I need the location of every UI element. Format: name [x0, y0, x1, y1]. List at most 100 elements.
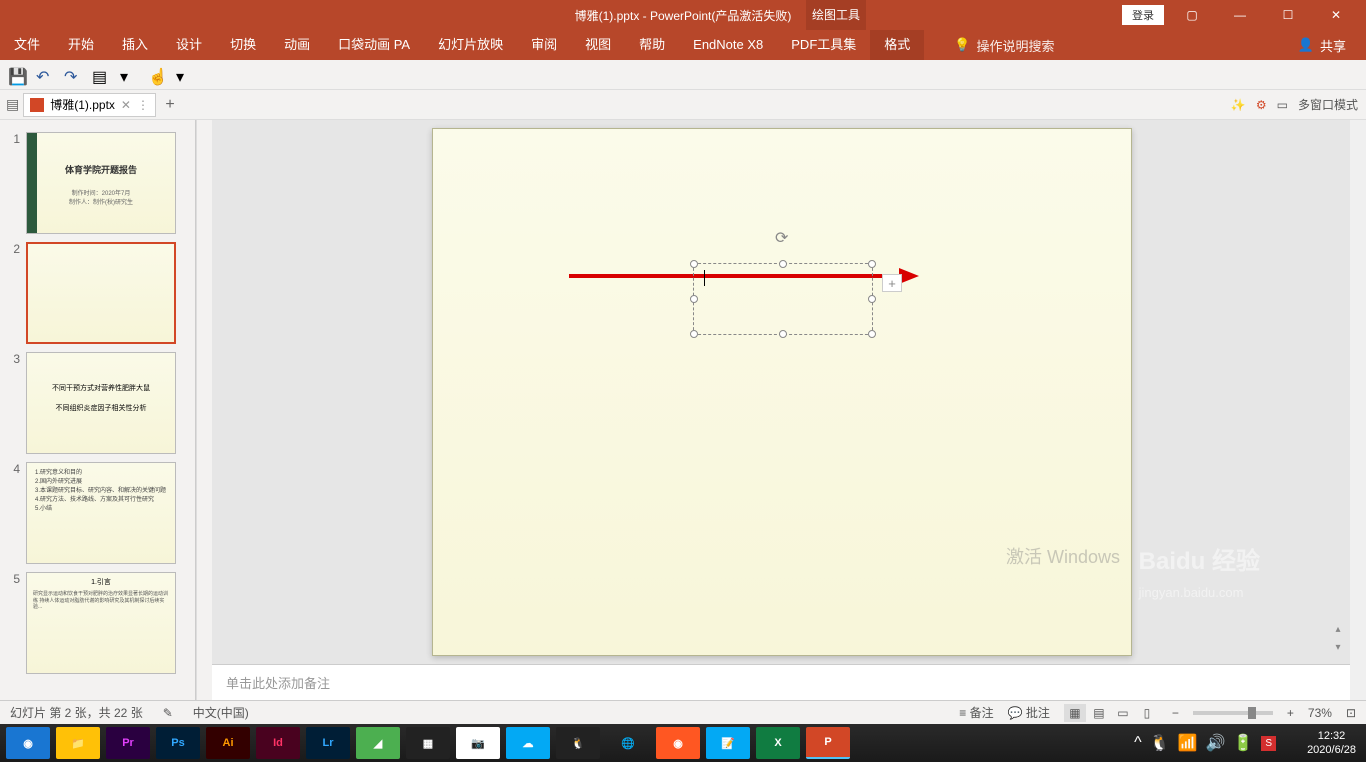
tab-menu-icon[interactable]: ⋮	[137, 98, 149, 112]
close-button[interactable]: ✕	[1316, 0, 1356, 30]
tray-volume-icon[interactable]: 🔊	[1205, 733, 1225, 753]
thumbnails-scrollbar[interactable]	[196, 120, 212, 700]
taskbar-app-camera[interactable]: 📷	[456, 727, 500, 759]
settings-icon[interactable]: ⚙	[1256, 98, 1267, 112]
start-from-beginning-icon[interactable]: ▤	[92, 67, 108, 83]
taskbar-app-powerpoint[interactable]: P	[806, 727, 850, 759]
tray-network-icon[interactable]: 📶	[1178, 733, 1198, 753]
tab-help[interactable]: 帮助	[625, 30, 679, 60]
normal-view-button[interactable]: ▦	[1064, 704, 1086, 722]
resize-handle[interactable]	[868, 260, 876, 268]
taskbar-app-illustrator[interactable]: Ai	[206, 727, 250, 759]
taskbar-app-photoshop[interactable]: Ps	[156, 727, 200, 759]
notes-toggle[interactable]: ≡ 备注	[959, 704, 993, 721]
taskbar-app-chrome[interactable]: 🌐	[606, 727, 650, 759]
maximize-button[interactable]: ☐	[1268, 0, 1308, 30]
zoom-slider[interactable]	[1193, 711, 1273, 715]
system-tray[interactable]: ^ 🐧 📶 🔊 🔋 S	[1134, 733, 1276, 753]
taskbar-app-video[interactable]: ▦	[406, 727, 450, 759]
outline-icon[interactable]: ▤	[6, 96, 19, 113]
notes-pane[interactable]: 单击此处添加备注	[212, 664, 1350, 700]
taskbar-app-notes[interactable]: 📝	[706, 727, 750, 759]
resize-handle[interactable]	[868, 295, 876, 303]
spell-check-icon[interactable]: ✎	[163, 706, 173, 720]
document-tab[interactable]: 博雅(1).pptx ✕ ⋮	[23, 93, 156, 117]
tab-insert[interactable]: 插入	[108, 30, 162, 60]
current-slide[interactable]: ⟳ +	[432, 128, 1132, 656]
resize-handle[interactable]	[779, 330, 787, 338]
taskbar-app-excel[interactable]: X	[756, 727, 800, 759]
editor-scrollbar[interactable]	[1350, 120, 1366, 700]
taskbar-app-orange[interactable]: ◉	[656, 727, 700, 759]
tray-up-icon[interactable]: ^	[1134, 734, 1142, 752]
undo-icon[interactable]: ↶	[36, 67, 52, 83]
tell-me-search[interactable]: 💡 操作说明搜索	[954, 36, 1054, 55]
tray-ime-icon[interactable]: S	[1261, 736, 1276, 751]
taskbar-clock[interactable]: 12:32 2020/6/28	[1307, 729, 1356, 758]
tab-view[interactable]: 视图	[571, 30, 625, 60]
save-icon[interactable]: 💾	[8, 67, 24, 83]
text-box[interactable]: ⟳ +	[693, 263, 873, 335]
language-status[interactable]: 中文(中国)	[193, 704, 249, 721]
multi-window-icon[interactable]: ▭	[1277, 98, 1288, 112]
tab-animations[interactable]: 动画	[270, 30, 324, 60]
next-slide-button[interactable]: ▾	[1330, 640, 1346, 654]
tab-pocket-anim[interactable]: 口袋动画 PA	[324, 30, 424, 60]
touch-mode-icon[interactable]: ☝	[148, 67, 164, 83]
slide-thumbnail-3[interactable]: 不同干预方式对营养性肥胖大鼠 不同组织炎症因子相关性分析	[26, 352, 176, 454]
tab-endnote[interactable]: EndNote X8	[679, 30, 777, 60]
zoom-in-button[interactable]: +	[1287, 706, 1294, 720]
fit-to-window-button[interactable]: ⊡	[1346, 706, 1356, 720]
tray-qq-icon[interactable]: 🐧	[1150, 733, 1170, 753]
tray-battery-icon[interactable]: 🔋	[1233, 733, 1253, 753]
taskbar-app-cloud[interactable]: ☁	[506, 727, 550, 759]
resize-handle[interactable]	[690, 260, 698, 268]
zoom-level[interactable]: 73%	[1308, 706, 1332, 720]
redo-icon[interactable]: ↷	[64, 67, 80, 83]
slide-thumbnail-4[interactable]: 1.研究意义和目的 2.国内外研究进展 3.本课题研究目标、研究内容、和解决的关…	[26, 462, 176, 564]
slide-thumbnail-5[interactable]: 1.引言 研究显示运动和饮食干预对肥胖的治疗效果显著长期的运动训练 持续人体运动…	[26, 572, 176, 674]
rotate-handle-icon[interactable]: ⟳	[775, 228, 788, 248]
resize-handle[interactable]	[690, 330, 698, 338]
taskbar-app-explorer[interactable]: 📁	[56, 727, 100, 759]
tab-pdf[interactable]: PDF工具集	[777, 30, 870, 60]
slide-canvas[interactable]: ⟳ + ▴ ▾ 激活 Windows Baidu	[212, 120, 1350, 664]
multi-window-label[interactable]: 多窗口模式	[1298, 96, 1358, 113]
prev-slide-button[interactable]: ▴	[1330, 622, 1346, 636]
tab-file[interactable]: 文件	[0, 30, 54, 60]
taskbar-app-qq[interactable]: 🐧	[556, 727, 600, 759]
login-button[interactable]: 登录	[1122, 5, 1164, 25]
minimize-button[interactable]: —	[1220, 0, 1260, 30]
taskbar-app-green[interactable]: ◢	[356, 727, 400, 759]
tab-design[interactable]: 设计	[162, 30, 216, 60]
slide-thumbnails[interactable]: 1 体育学院开题报告 制作时间：2020年7月 制作人：制作(秋)研究生 2 3…	[0, 120, 196, 700]
qat-customize-icon[interactable]: ▾	[176, 67, 192, 83]
resize-handle[interactable]	[779, 260, 787, 268]
tab-slideshow[interactable]: 幻灯片放映	[424, 30, 517, 60]
slide-sorter-button[interactable]: ▤	[1088, 704, 1110, 722]
taskbar-app-premiere[interactable]: Pr	[106, 727, 150, 759]
tab-transitions[interactable]: 切换	[216, 30, 270, 60]
slide-counter[interactable]: 幻灯片 第 2 张，共 22 张	[10, 704, 143, 721]
slide-thumbnail-2[interactable]	[26, 242, 176, 344]
slide-thumbnail-1[interactable]: 体育学院开题报告 制作时间：2020年7月 制作人：制作(秋)研究生	[26, 132, 176, 234]
ribbon-display-options[interactable]: ▢	[1172, 0, 1212, 30]
reading-view-button[interactable]: ▭	[1112, 704, 1134, 722]
resize-handle[interactable]	[868, 330, 876, 338]
taskbar-app-browser[interactable]: ◉	[6, 727, 50, 759]
slideshow-view-button[interactable]: ▯	[1136, 704, 1158, 722]
taskbar-app-indesign[interactable]: Id	[256, 727, 300, 759]
qat-dropdown-icon[interactable]: ▾	[120, 67, 136, 83]
resize-handle[interactable]	[690, 295, 698, 303]
tab-home[interactable]: 开始	[54, 30, 108, 60]
close-tab-icon[interactable]: ✕	[121, 98, 131, 112]
tab-review[interactable]: 审阅	[517, 30, 571, 60]
layout-options-button[interactable]: +	[882, 274, 902, 292]
comments-toggle[interactable]: 💬 批注	[1008, 704, 1050, 721]
taskbar-app-lightroom[interactable]: Lr	[306, 727, 350, 759]
zoom-out-button[interactable]: −	[1172, 706, 1179, 720]
tab-format[interactable]: 格式	[870, 30, 924, 60]
share-button[interactable]: 共享	[1320, 36, 1346, 55]
magic-icon[interactable]: ✨	[1231, 98, 1246, 112]
add-tab-button[interactable]: +	[160, 95, 180, 115]
